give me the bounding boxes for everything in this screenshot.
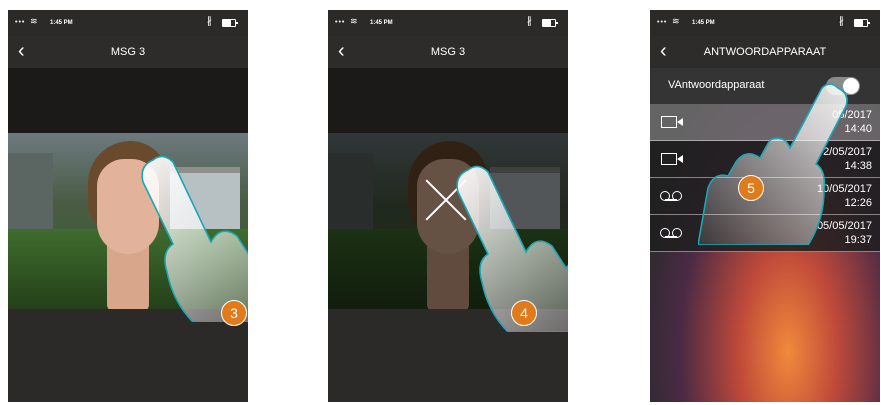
tap-hand-icon (448, 162, 568, 333)
page-title: ANTWOORDAPPARAAT (703, 46, 827, 58)
signal-icon: ••• (657, 19, 668, 26)
bluetooth-icon: ∦ (839, 16, 844, 27)
voicemail-icon (660, 191, 686, 201)
status-time: 1:45 PM (370, 20, 393, 26)
signal-icon: ••• (335, 19, 346, 26)
page-title: MSG 3 (430, 46, 466, 58)
video-camera-icon (661, 153, 683, 165)
bluetooth-icon: ∦ (527, 16, 532, 27)
title-bar: ‹ MSG 3 (328, 36, 568, 68)
tap-hand-icon (133, 152, 248, 323)
back-button[interactable]: ‹ (338, 36, 345, 66)
video-camera-icon (661, 116, 683, 128)
voicemail-icon (660, 228, 686, 238)
status-bar: ••• ≋ 1:45 PM ∦ (328, 10, 568, 36)
step-badge: 3 (221, 300, 247, 326)
phone-screen-1: ••• ≋ 1:45 PM ∦ ‹ MSG 3 3 (8, 10, 248, 402)
title-bar: ‹ MSG 3 (8, 36, 248, 68)
signal-icon: ••• (15, 19, 26, 26)
battery-icon (542, 19, 558, 27)
step-badge: 4 (511, 300, 537, 326)
title-bar: ‹ ANTWOORDAPPARAAT (650, 36, 880, 68)
tap-hand-icon (697, 80, 848, 246)
status-time: 1:45 PM (692, 20, 715, 26)
bluetooth-icon: ∦ (207, 16, 212, 27)
wifi-icon: ≋ (672, 16, 680, 26)
wifi-icon: ≋ (350, 16, 358, 26)
status-bar: ••• ≋ 1:45 PM ∦ (8, 10, 248, 36)
phone-screen-2: ••• ≋ 1:45 PM ∦ ‹ MSG 3 4 (328, 10, 568, 402)
phone-screen-3: ••• ≋ 1:45 PM ∦ ‹ ANTWOORDAPPARAAT VAntw… (650, 10, 880, 402)
back-button[interactable]: ‹ (18, 36, 25, 66)
step-badge: 5 (738, 175, 764, 201)
status-bar: ••• ≋ 1:45 PM ∦ (650, 10, 880, 36)
back-button[interactable]: ‹ (660, 36, 667, 66)
battery-icon (222, 19, 238, 27)
status-time: 1:45 PM (50, 20, 73, 26)
wifi-icon: ≋ (30, 16, 38, 26)
battery-icon (854, 19, 870, 27)
page-title: MSG 3 (110, 46, 146, 58)
